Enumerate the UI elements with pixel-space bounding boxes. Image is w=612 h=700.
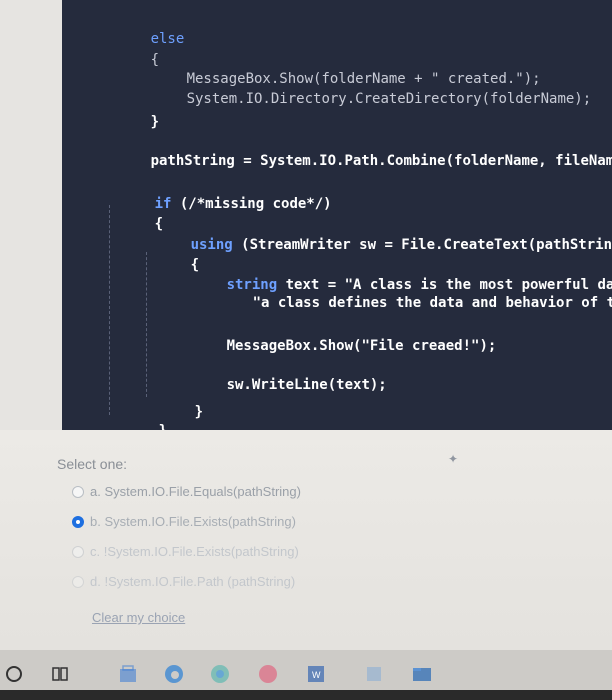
select-one-prompt: Select one: bbox=[57, 456, 128, 472]
code-editor[interactable]: else { MessageBox.Show(folderName + " cr… bbox=[62, 0, 612, 430]
code-line-writeline: sw.WriteLine(text); bbox=[176, 358, 387, 412]
brace: } bbox=[159, 423, 167, 430]
file-explorer-icon[interactable] bbox=[408, 660, 436, 688]
if-condition: (/*missing code*/) bbox=[171, 196, 332, 212]
code-line-create-directory: System.IO.Directory.CreateDirectory(fold… bbox=[136, 72, 592, 126]
app-icon-2[interactable] bbox=[360, 660, 388, 688]
svg-text:W: W bbox=[312, 670, 321, 680]
answer-option-a[interactable]: a. System.IO.File.Equals(pathString) bbox=[72, 484, 301, 499]
screen-bezel bbox=[0, 690, 612, 700]
using-statement: (StreamWriter sw = File.CreateText(pathS… bbox=[232, 237, 612, 253]
option-label: c. !System.IO.File.Exists(pathString) bbox=[90, 544, 299, 559]
brace: } bbox=[194, 404, 204, 420]
edge-icon[interactable] bbox=[160, 660, 188, 688]
create-directory-call: System.IO.Directory.CreateDirectory(fold… bbox=[186, 91, 592, 107]
radio-button[interactable] bbox=[72, 575, 84, 588]
answer-option-b[interactable]: b. System.IO.File.Exists(pathString) bbox=[72, 514, 296, 529]
option-label: a. System.IO.File.Equals(pathString) bbox=[90, 484, 301, 499]
task-view-icon[interactable] bbox=[46, 660, 74, 688]
path-combine-statement: pathString = System.IO.Path.Combine(fold… bbox=[150, 153, 612, 169]
store-icon[interactable] bbox=[114, 660, 142, 688]
cursor-icon: ✦ bbox=[448, 452, 459, 466]
code-line-brace: } bbox=[108, 404, 167, 430]
radio-button-selected[interactable] bbox=[72, 515, 84, 528]
radio-button[interactable] bbox=[72, 545, 84, 558]
option-label: d. !System.IO.File.Path (pathString) bbox=[90, 574, 296, 589]
option-label: b. System.IO.File.Exists(pathString) bbox=[90, 514, 296, 529]
messagebox-call: MessageBox.Show("File creaed!"); bbox=[226, 338, 497, 354]
writeline-call: sw.WriteLine(text); bbox=[226, 377, 387, 393]
word-icon[interactable]: W bbox=[302, 660, 330, 688]
screen: else { MessageBox.Show(folderName + " cr… bbox=[0, 0, 612, 700]
string-continuation: "a class defines the data and behavior o… bbox=[252, 295, 612, 311]
start-circle-icon[interactable] bbox=[0, 660, 28, 688]
radio-button[interactable] bbox=[72, 485, 84, 498]
quiz-question: Select one: ✦ a. System.IO.File.Equals(p… bbox=[0, 430, 612, 650]
answer-option-c[interactable]: c. !System.IO.File.Exists(pathString) bbox=[72, 544, 299, 559]
answer-option-d[interactable]: d. !System.IO.File.Path (pathString) bbox=[72, 574, 295, 589]
clear-my-choice-link[interactable]: Clear my choice bbox=[92, 610, 185, 625]
app-icon[interactable] bbox=[254, 660, 282, 688]
chrome-icon[interactable] bbox=[206, 660, 234, 688]
brace: } bbox=[150, 114, 160, 130]
